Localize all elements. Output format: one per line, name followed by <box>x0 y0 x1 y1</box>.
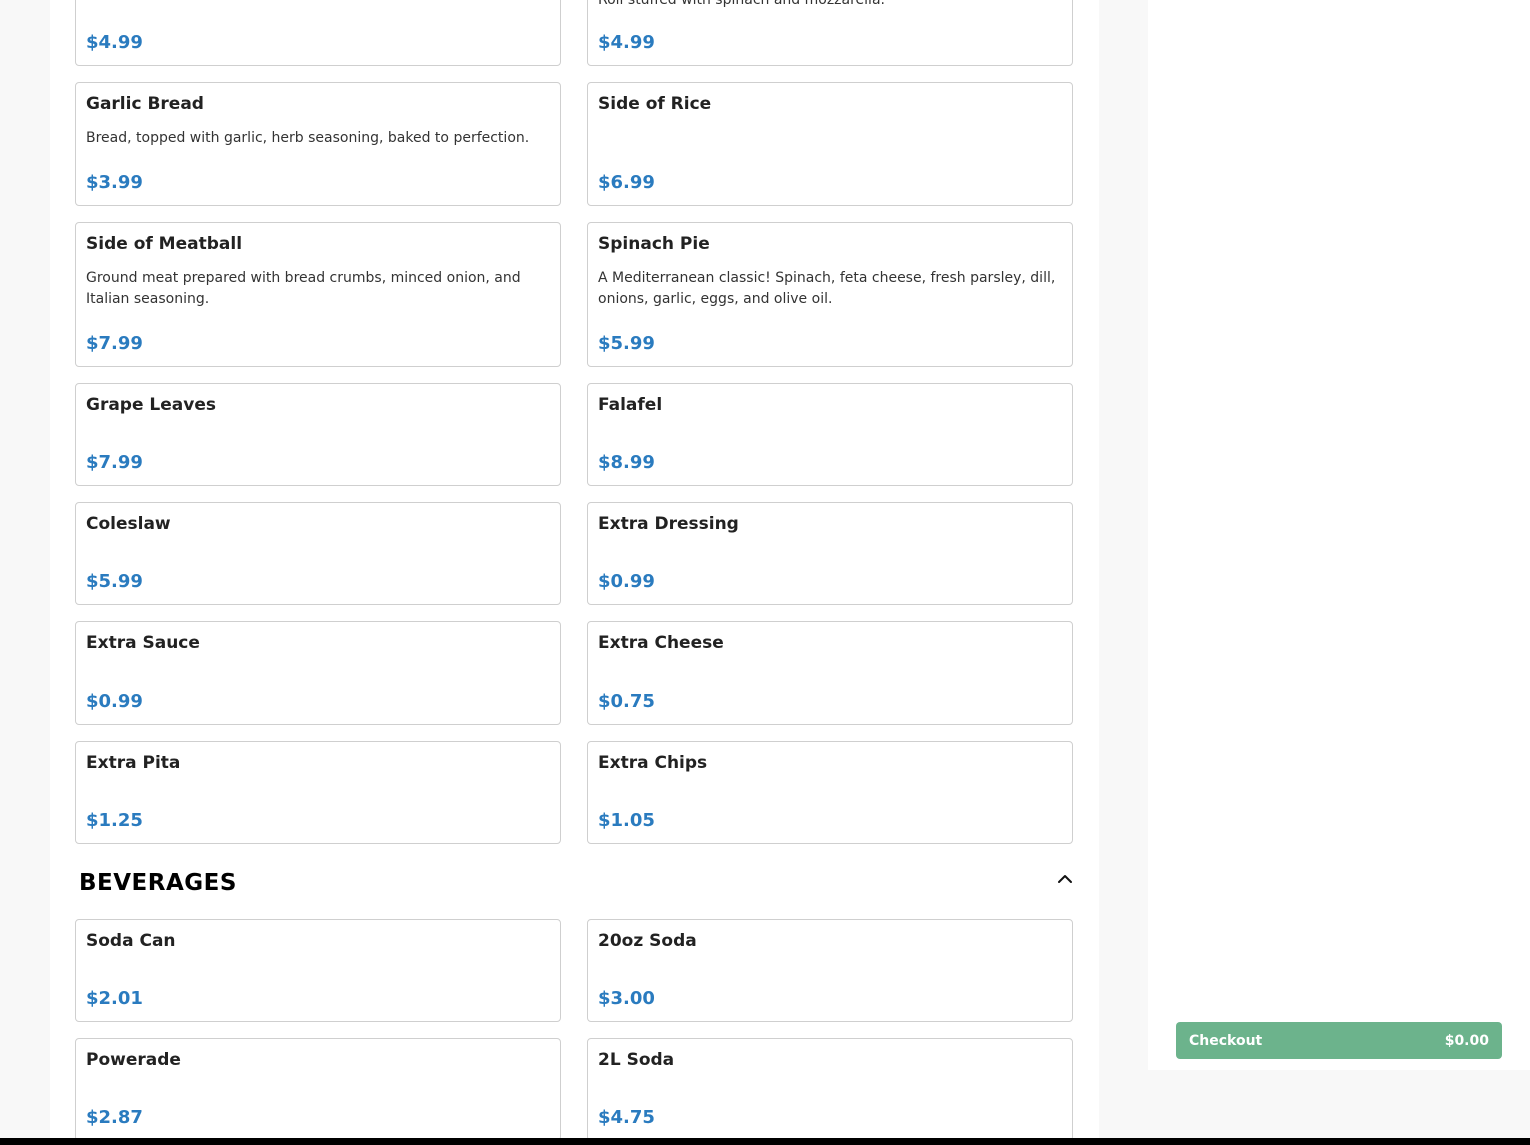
item-name: Spinach Pie <box>598 234 710 254</box>
menu-item-card[interactable]: Grape Leaves $7.99 <box>75 383 561 486</box>
item-name: Side of Rice <box>598 94 712 114</box>
menu-item-card[interactable]: $4.99 <box>75 0 561 66</box>
item-price: $7.99 <box>86 333 143 354</box>
checkout-label: Checkout <box>1189 1032 1263 1049</box>
item-price: $2.01 <box>86 988 143 1009</box>
menu-item-card[interactable]: 20oz Soda $3.00 <box>587 919 1073 1022</box>
item-price: $4.75 <box>598 1107 655 1128</box>
menu-item-card[interactable]: Powerade $2.87 <box>75 1038 561 1141</box>
item-name: Extra Chips <box>598 753 708 773</box>
checkout-button[interactable]: Checkout $0.00 <box>1176 1022 1502 1059</box>
menu-item-card[interactable]: Spinach Pie A Mediterranean classic! Spi… <box>587 222 1073 367</box>
item-price: $0.75 <box>598 691 655 712</box>
item-price: $8.99 <box>598 452 655 473</box>
menu-item-card[interactable]: 2L Soda $4.75 <box>587 1038 1073 1141</box>
item-price: $5.99 <box>598 333 655 354</box>
item-name: Extra Sauce <box>86 633 200 653</box>
cart-total: $0.00 <box>1444 1032 1489 1049</box>
item-name: Coleslaw <box>86 514 171 534</box>
item-price: $3.99 <box>86 172 143 193</box>
item-price: $1.25 <box>86 810 143 831</box>
item-price: $7.99 <box>86 452 143 473</box>
menu-item-card[interactable]: Extra Sauce $0.99 <box>75 621 561 725</box>
menu-item-card[interactable]: Side of Rice $6.99 <box>587 82 1073 206</box>
item-description: A Mediterranean classic! Spinach, feta c… <box>598 270 1056 307</box>
menu-item-card[interactable]: Coleslaw $5.99 <box>75 502 561 605</box>
menu-item-card[interactable]: Soda Can $2.01 <box>75 919 561 1022</box>
item-name: Garlic Bread <box>86 94 204 114</box>
item-price: $4.99 <box>598 32 655 53</box>
item-name: Powerade <box>86 1050 181 1070</box>
item-name: 2L Soda <box>598 1050 675 1070</box>
item-name: Extra Cheese <box>598 633 724 653</box>
menu-item-card[interactable]: Extra Chips $1.05 <box>587 741 1073 844</box>
item-name: Side of Meatball <box>86 234 243 254</box>
section-title-beverages: BEVERAGES <box>79 870 237 896</box>
item-price: $5.99 <box>86 571 143 592</box>
menu-panel: $4.99 Roll stuffed with spinach and mozz… <box>50 0 1099 1145</box>
menu-item-card[interactable]: Side of Meatball Ground meat prepared wi… <box>75 222 561 367</box>
item-price: $3.00 <box>598 988 655 1009</box>
menu-item-card[interactable]: Extra Dressing $0.99 <box>587 502 1073 605</box>
item-name: Extra Dressing <box>598 514 739 534</box>
menu-item-card[interactable]: Extra Cheese $0.75 <box>587 621 1073 725</box>
item-price: $0.99 <box>598 571 655 592</box>
cart-panel: Checkout $0.00 <box>1148 0 1530 1070</box>
item-name: Extra Pita <box>86 753 181 773</box>
menu-item-card[interactable]: Extra Pita $1.25 <box>75 741 561 844</box>
menu-item-card[interactable]: Garlic Bread Bread, topped with garlic, … <box>75 82 561 206</box>
item-price: $2.87 <box>86 1107 143 1128</box>
bottom-edge-bar <box>0 1138 1530 1145</box>
item-name: Soda Can <box>86 931 176 951</box>
item-name: 20oz Soda <box>598 931 697 951</box>
menu-item-card[interactable]: Roll stuffed with spinach and mozzarella… <box>587 0 1073 66</box>
item-name: Falafel <box>598 395 663 415</box>
item-description: Bread, topped with garlic, herb seasonin… <box>86 130 530 146</box>
item-price: $0.99 <box>86 691 143 712</box>
chevron-up-icon[interactable] <box>1055 869 1075 889</box>
item-price: $4.99 <box>86 32 143 53</box>
item-price: $6.99 <box>598 172 655 193</box>
item-price: $1.05 <box>598 810 655 831</box>
item-name: Grape Leaves <box>86 395 216 415</box>
item-description: Ground meat prepared with bread crumbs, … <box>86 270 521 307</box>
item-description: Roll stuffed with spinach and mozzarella… <box>598 0 885 8</box>
menu-item-card[interactable]: Falafel $8.99 <box>587 383 1073 486</box>
